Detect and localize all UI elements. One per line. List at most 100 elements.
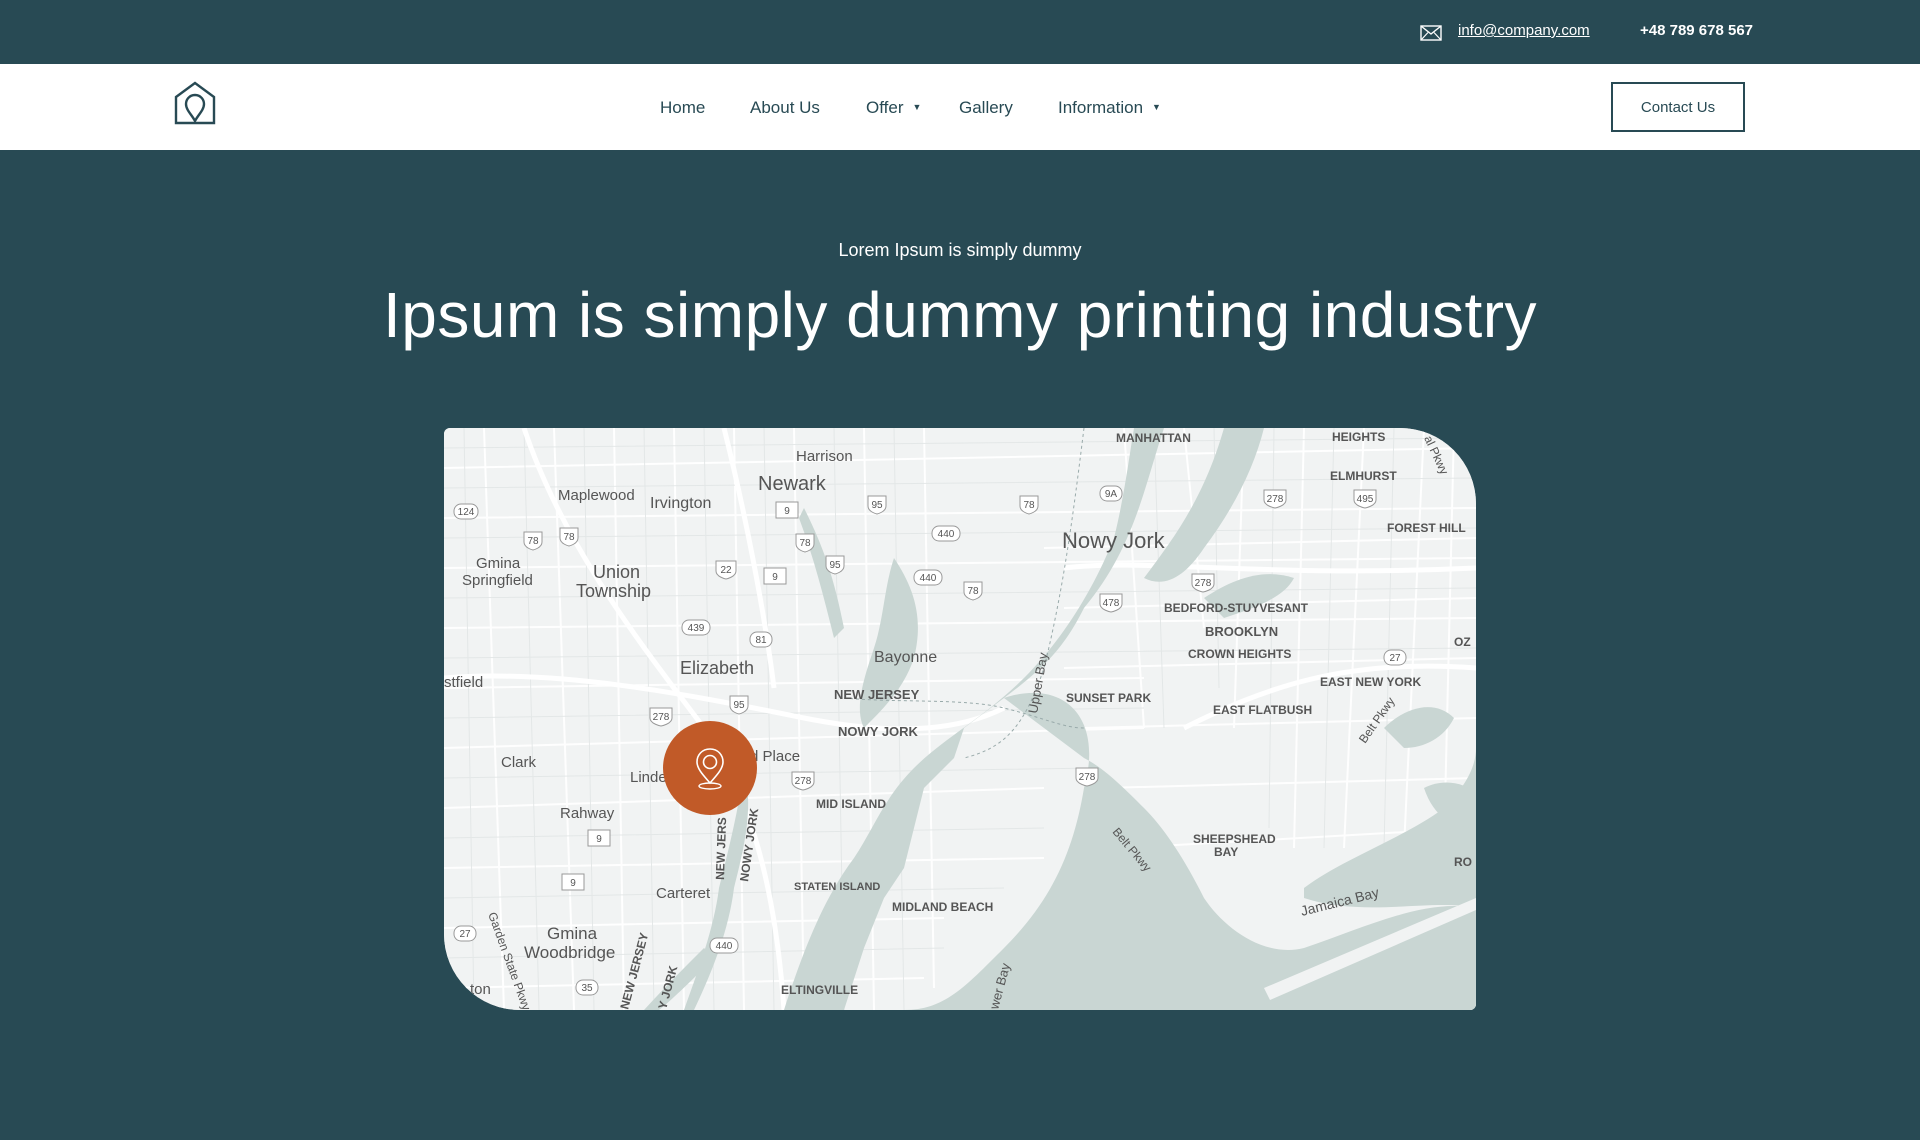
nav-information-label: Information: [1058, 98, 1144, 117]
route-shield: 278: [791, 771, 815, 791]
route-shield: 22: [715, 560, 737, 580]
nav-about-us-label: About Us: [750, 98, 820, 117]
svg-text:95: 95: [829, 560, 841, 571]
svg-text:9: 9: [772, 572, 778, 583]
svg-text:440: 440: [716, 941, 733, 952]
location-marker[interactable]: [663, 721, 757, 815]
mail-icon: [1420, 25, 1442, 41]
route-shield: 9: [763, 567, 787, 585]
map-label: STATEN ISLAND: [794, 881, 880, 893]
route-shield: 440: [913, 569, 943, 586]
map-label: OZ: [1454, 635, 1471, 649]
svg-text:9: 9: [570, 878, 576, 889]
map-label: Bayonne: [874, 649, 937, 666]
map-label: EAST FLATBUSH: [1213, 703, 1312, 717]
route-shield: 78: [523, 531, 543, 551]
svg-text:278: 278: [1267, 494, 1284, 505]
route-shield: 81: [749, 631, 773, 648]
map-label: Newark: [758, 473, 827, 495]
map-label: Union: [593, 562, 640, 582]
svg-text:278: 278: [653, 712, 670, 723]
nav-information[interactable]: Information ▼: [1058, 98, 1161, 118]
main-navbar: Home About Us Offer ▼ Gallery Information…: [0, 64, 1920, 150]
svg-text:278: 278: [1079, 772, 1096, 783]
svg-text:9: 9: [596, 834, 602, 845]
route-shield: 27: [1383, 649, 1407, 666]
phone-number[interactable]: +48 789 678 567: [1640, 22, 1753, 39]
svg-text:278: 278: [795, 776, 812, 787]
map-label: BROOKLYN: [1205, 624, 1278, 639]
map-label: BAY: [1214, 845, 1238, 859]
map-label: MIDLAND BEACH: [892, 900, 993, 914]
nav-home[interactable]: Home: [660, 98, 705, 118]
map-label: Woodbridge: [524, 943, 615, 962]
svg-text:440: 440: [938, 529, 955, 540]
nav-about-us[interactable]: About Us: [750, 98, 820, 118]
route-shield: 78: [559, 527, 579, 547]
contact-us-button[interactable]: Contact Us: [1611, 82, 1745, 132]
svg-text:439: 439: [688, 623, 705, 634]
map-label: RO: [1454, 855, 1472, 869]
route-shield: 439: [681, 619, 711, 636]
svg-text:81: 81: [755, 635, 767, 646]
svg-text:440: 440: [920, 573, 937, 584]
svg-text:124: 124: [458, 507, 475, 518]
svg-text:78: 78: [1023, 500, 1035, 511]
map-label: SHEEPSHEAD: [1193, 832, 1276, 846]
svg-text:35: 35: [581, 983, 593, 994]
email-link[interactable]: info@company.com: [1458, 22, 1590, 39]
nav-offer[interactable]: Offer ▼: [866, 98, 921, 118]
route-shield: 278: [1075, 767, 1099, 787]
map-label: Nowy Jork: [1062, 528, 1166, 553]
map-label: Maplewood: [558, 487, 635, 504]
svg-text:9: 9: [784, 506, 790, 517]
svg-text:78: 78: [527, 536, 539, 547]
map-label: ton: [470, 981, 491, 998]
route-shield: 440: [931, 525, 961, 542]
nav-home-label: Home: [660, 98, 706, 117]
route-shield: 9: [775, 501, 799, 519]
route-shield: 78: [1019, 495, 1039, 515]
map-label: HEIGHTS: [1332, 430, 1385, 444]
route-shield: 9: [561, 873, 585, 891]
svg-text:22: 22: [720, 565, 732, 576]
svg-text:95: 95: [733, 700, 745, 711]
map-label: Carteret: [656, 885, 711, 902]
map-label: NOWY JORK: [838, 724, 919, 739]
svg-text:9A: 9A: [1105, 489, 1118, 500]
map-label: Gmina: [547, 924, 598, 943]
map-canvas[interactable]: 124 78 78 22 9 95 95 78 9 440 440 78 9A …: [444, 428, 1476, 1010]
house-location-logo[interactable]: [174, 81, 216, 125]
hero-title: Ipsum is simply dummy printing industry: [382, 279, 1538, 351]
location-pin-icon: [696, 748, 724, 790]
route-shield: 95: [867, 495, 887, 515]
route-shield: 27: [453, 925, 477, 942]
map-label: EAST NEW YORK: [1320, 675, 1421, 689]
svg-text:27: 27: [1389, 653, 1401, 664]
route-shield: 495: [1353, 489, 1377, 509]
route-shield: 440: [709, 937, 739, 954]
map-label: Township: [576, 581, 651, 601]
location-map[interactable]: 124 78 78 22 9 95 95 78 9 440 440 78 9A …: [444, 428, 1476, 1010]
route-shield: 78: [963, 581, 983, 601]
map-label: BEDFORD-STUYVESANT: [1164, 601, 1309, 615]
route-shield: 278: [649, 707, 673, 727]
map-label: CROWN HEIGHTS: [1188, 647, 1291, 661]
map-label: NEW JERS: [713, 817, 729, 880]
map-label: Springfield: [462, 572, 533, 589]
top-bar: info@company.com +48 789 678 567: [0, 0, 1920, 64]
map-label: Elizabeth: [680, 658, 754, 678]
nav-gallery[interactable]: Gallery: [959, 98, 1013, 118]
map-label: MANHATTAN: [1116, 431, 1191, 445]
chevron-down-icon: ▼: [912, 102, 922, 112]
map-label: Rahway: [560, 805, 615, 822]
map-label: ELMHURST: [1330, 469, 1397, 483]
map-label: Clark: [501, 754, 537, 771]
map-label: NEW JERSEY: [834, 687, 920, 702]
chevron-down-icon: ▼: [1152, 102, 1161, 112]
route-shield: 78: [795, 533, 815, 553]
route-shield: 95: [825, 555, 845, 575]
nav-gallery-label: Gallery: [959, 98, 1013, 117]
map-label: Harrison: [796, 448, 853, 465]
route-shield: 35: [575, 979, 599, 996]
